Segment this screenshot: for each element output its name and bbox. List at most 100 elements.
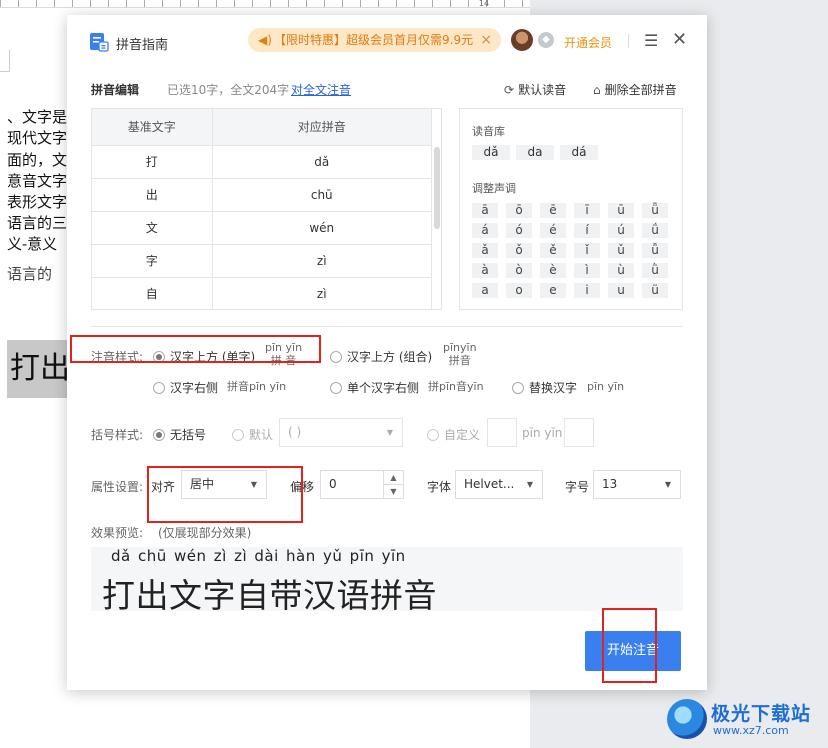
radio-icon	[330, 351, 342, 363]
ruler-mark: 14	[478, 0, 490, 8]
promo-text[interactable]: 【限时特惠】超级会员首月仅需9.9元	[274, 28, 473, 52]
bracket-custom-sample: pīn yīn	[522, 426, 563, 440]
tone-key[interactable]: ā	[472, 203, 498, 218]
tone-key[interactable]: è	[540, 263, 566, 278]
pinyin-table: 基准文字 对应拼音 打 dǎ 出 chū 文 wén 字 zì 自 zì	[91, 108, 442, 310]
bracket-default-select[interactable]: ( ) ▼	[279, 418, 403, 447]
document-line[interactable]: 表形文字	[7, 192, 67, 212]
tone-key[interactable]: ó	[506, 223, 532, 238]
table-row[interactable]: 文 wén	[92, 211, 432, 245]
font-value: Helvet...	[464, 477, 515, 491]
document-line[interactable]: 现代文字	[7, 128, 67, 148]
style-option-single-right[interactable]: 单个汉字右侧	[330, 379, 419, 396]
avatar[interactable]	[511, 29, 533, 51]
pinyin-guide-icon	[90, 33, 109, 52]
tone-key[interactable]: ò	[506, 263, 532, 278]
tone-key[interactable]: ǐ	[574, 243, 600, 258]
menu-icon[interactable]: ☰	[644, 33, 658, 49]
start-annotation-button[interactable]: 开始注音	[585, 631, 681, 671]
bracket-style-label: 括号样式:	[91, 428, 144, 442]
document-line[interactable]: 义-意义	[7, 234, 57, 254]
tone-key[interactable]: ī	[574, 203, 600, 218]
base-char-cell: 打	[92, 145, 213, 179]
tone-key[interactable]: a	[472, 283, 498, 298]
promo-banner[interactable]: ◀) 【限时特惠】超级会员首月仅需9.9元 ×	[248, 28, 501, 52]
preview-area: dǎ chū wén zì zì dài hàn yǔ pīn yīn 打出文字…	[91, 547, 683, 615]
tone-key[interactable]: ù	[608, 263, 634, 278]
tone-key[interactable]: ǚ	[642, 243, 668, 258]
offset-stepper[interactable]: 0 ▲ ▼	[320, 470, 404, 499]
style-option-right[interactable]: 汉字右侧	[153, 379, 218, 396]
tone-key[interactable]: í	[574, 223, 600, 238]
pinyin-cell[interactable]: wén	[212, 211, 432, 245]
delete-all-pinyin-button[interactable]: ⌂ 删除全部拼音	[593, 81, 677, 98]
font-select[interactable]: Helvet... ▼	[455, 470, 543, 499]
font-size-value: 13	[602, 477, 618, 491]
tone-key[interactable]: u	[608, 283, 634, 298]
style-option-top-group[interactable]: 汉字上方 (组合)	[330, 348, 432, 365]
bracket-option-label: 自定义	[444, 428, 481, 442]
tone-key[interactable]: ē	[540, 203, 566, 218]
pinyin-cell[interactable]: chū	[212, 178, 432, 212]
style-sample-top-group: pīnyīn 拼音	[443, 341, 477, 367]
document-line[interactable]: 面的，文	[7, 150, 67, 170]
bracket-default-value: ( )	[288, 425, 302, 439]
table-row[interactable]: 字 zì	[92, 244, 432, 278]
selected-text[interactable]: 打出	[7, 340, 67, 398]
tone-key[interactable]: ō	[506, 203, 532, 218]
tone-key[interactable]: ǖ	[642, 203, 668, 218]
annotate-full-text-link[interactable]: 对全文注音	[291, 81, 351, 98]
promo-close-icon[interactable]: ×	[480, 28, 492, 52]
document-line[interactable]: 语言的三	[7, 213, 67, 233]
table-row[interactable]: 出 chū	[92, 178, 432, 212]
tone-key[interactable]: ú	[608, 223, 634, 238]
pinyin-cell[interactable]: zì	[212, 244, 432, 278]
stepper-down-icon[interactable]: ▼	[383, 485, 403, 499]
close-icon[interactable]: ✕	[672, 30, 687, 50]
table-row[interactable]: 自 zì	[92, 277, 432, 309]
table-scrollbar[interactable]	[434, 147, 440, 229]
tone-key[interactable]: e	[540, 283, 566, 298]
bracket-right-input[interactable]	[564, 418, 594, 447]
pinyin-cell[interactable]: dǎ	[212, 145, 432, 179]
default-reading-button[interactable]: ⟳ 默认读音	[504, 81, 566, 98]
pinyin-cell[interactable]: zì	[212, 277, 432, 309]
align-select[interactable]: 居中 ▼	[181, 470, 267, 499]
bracket-left-input[interactable]	[487, 418, 517, 447]
document-line[interactable]: 意音文字	[7, 171, 67, 191]
tone-key[interactable]: i	[574, 283, 600, 298]
bracket-option-custom[interactable]: 自定义	[427, 426, 480, 443]
tone-key[interactable]: ǎ	[472, 243, 498, 258]
watermark-title: 极光下载站	[711, 703, 812, 725]
tone-key[interactable]: é	[540, 223, 566, 238]
tone-key[interactable]: à	[472, 263, 498, 278]
table-row[interactable]: 打 dǎ	[92, 145, 432, 179]
ruler	[0, 0, 530, 8]
tone-key[interactable]: ǘ	[642, 223, 668, 238]
tone-key[interactable]: á	[472, 223, 498, 238]
tone-key[interactable]: ǒ	[506, 243, 532, 258]
font-size-select[interactable]: 13 ▼	[593, 470, 681, 499]
bracket-option-default[interactable]: 默认	[232, 426, 273, 443]
tone-key[interactable]: o	[506, 283, 532, 298]
style-option-replace[interactable]: 替换汉字	[512, 379, 577, 396]
radio-icon	[512, 382, 524, 394]
tone-key[interactable]: ě	[540, 243, 566, 258]
tone-key[interactable]: ü	[642, 283, 668, 298]
reading-chip[interactable]: da	[516, 145, 554, 160]
base-char-cell: 文	[92, 211, 213, 245]
open-membership-link[interactable]: 开通会员	[564, 34, 612, 51]
reading-chip[interactable]: dǎ	[472, 145, 510, 160]
style-option-top-single[interactable]: 汉字上方 (单字)	[153, 348, 255, 365]
tone-key[interactable]: ì	[574, 263, 600, 278]
style-option-label: 汉字上方 (组合)	[347, 350, 433, 364]
tone-key[interactable]: ǔ	[608, 243, 634, 258]
reading-chip[interactable]: dá	[560, 145, 598, 160]
tone-key[interactable]: ǜ	[642, 263, 668, 278]
stepper-up-icon[interactable]: ▲	[383, 471, 403, 485]
radio-icon	[330, 382, 342, 394]
document-line[interactable]: 、文字是	[7, 107, 67, 127]
bracket-option-none[interactable]: 无括号	[153, 426, 206, 443]
document-line[interactable]: 语言的	[7, 264, 52, 284]
tone-key[interactable]: ū	[608, 203, 634, 218]
